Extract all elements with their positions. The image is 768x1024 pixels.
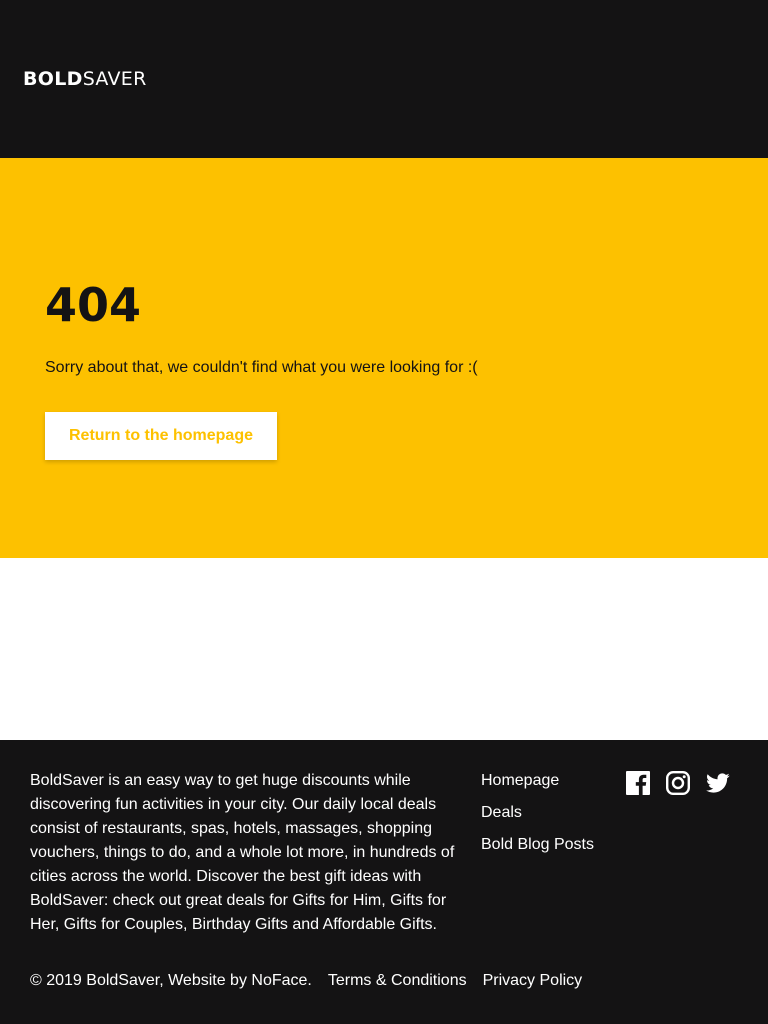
privacy-link[interactable]: Privacy Policy: [483, 969, 583, 993]
footer-link-deals[interactable]: Deals: [481, 804, 522, 821]
error-hero: 404 Sorry about that, we couldn't find w…: [0, 158, 768, 558]
instagram-icon[interactable]: [666, 771, 691, 796]
return-homepage-button[interactable]: Return to the homepage: [45, 412, 277, 460]
site-header: BOLDSAVER: [0, 0, 768, 158]
logo-light-text: SAVER: [82, 68, 147, 90]
social-links: [626, 771, 730, 796]
footer-nav: Homepage Deals Bold Blog Posts: [481, 769, 594, 865]
content-spacer: [0, 558, 768, 740]
footer-nav-item-deals: Deals: [481, 801, 594, 825]
footer-link-homepage[interactable]: Homepage: [481, 772, 559, 789]
footer-nav-item-blog: Bold Blog Posts: [481, 833, 594, 857]
copyright-text: © 2019 BoldSaver, Website by NoFace.: [30, 972, 312, 989]
facebook-icon[interactable]: [626, 771, 650, 795]
footer-about-text: BoldSaver is an easy way to get huge dis…: [30, 772, 455, 933]
error-message: Sorry about that, we couldn't find what …: [45, 359, 478, 376]
site-footer: BoldSaver is an easy way to get huge dis…: [0, 740, 768, 1024]
error-code: 404: [45, 278, 142, 332]
boldsaver-logo[interactable]: BOLDSAVER: [23, 66, 147, 92]
logo-bold-text: BOLD: [23, 68, 83, 90]
twitter-icon[interactable]: [706, 771, 730, 795]
footer-bottom-bar: © 2019 BoldSaver, Website by NoFace. Ter…: [30, 969, 582, 993]
footer-nav-item-homepage: Homepage: [481, 769, 594, 793]
footer-link-blog[interactable]: Bold Blog Posts: [481, 836, 594, 853]
terms-link[interactable]: Terms & Conditions: [328, 969, 467, 993]
